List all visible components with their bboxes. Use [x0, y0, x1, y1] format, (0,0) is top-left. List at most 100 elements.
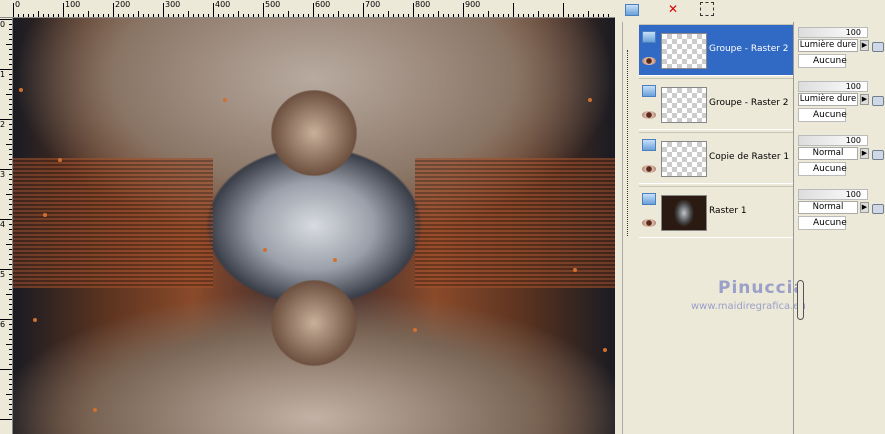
ruler-tick	[383, 14, 384, 17]
ruler-tick	[9, 39, 12, 40]
ruler-tick	[463, 3, 464, 17]
ruler-tick	[53, 14, 54, 17]
left-rays	[13, 158, 213, 288]
lock-icon[interactable]	[872, 150, 884, 160]
ruler-tick	[9, 134, 12, 135]
blend-arrow-icon[interactable]: ▶	[860, 148, 869, 159]
opacity-slider[interactable]: 100	[798, 81, 868, 92]
ruler-tick	[538, 11, 539, 17]
new-layer-icon[interactable]	[623, 2, 641, 18]
mask-link[interactable]: Aucune	[798, 162, 847, 176]
ruler-tick	[573, 14, 574, 17]
ruler-tick	[388, 11, 389, 17]
ruler-tick	[88, 11, 89, 17]
ruler-tick	[9, 129, 12, 130]
ruler-tick	[588, 11, 589, 17]
layers-palette: ✕ Groupe - Raster 2 Groupe - Raster 2 Co…	[615, 0, 885, 434]
decor-dot	[573, 268, 577, 272]
ruler-tick	[213, 3, 214, 17]
opacity-slider[interactable]: 100	[798, 189, 868, 200]
ruler-tick	[9, 209, 12, 210]
ruler-label: 0	[0, 20, 6, 29]
ruler-tick	[9, 399, 12, 400]
visibility-eye-icon[interactable]	[642, 57, 656, 65]
ruler-tick	[9, 364, 12, 365]
layer-list: Groupe - Raster 2 Groupe - Raster 2 Copi…	[622, 22, 806, 434]
blend-mode-select[interactable]: Normal	[798, 201, 858, 214]
ruler-tick	[9, 164, 12, 165]
ruler-tick	[9, 324, 12, 325]
ruler-tick	[63, 3, 64, 17]
ruler-tick	[9, 84, 12, 85]
mask-link[interactable]: Aucune	[798, 108, 847, 122]
blend-mode-select[interactable]: Lumière dure	[798, 39, 858, 52]
blend-arrow-icon[interactable]: ▶	[860, 94, 869, 105]
ruler-tick	[128, 14, 129, 17]
mask-link[interactable]: Aucune	[798, 54, 847, 68]
lock-icon[interactable]	[872, 42, 884, 52]
ruler-tick	[348, 14, 349, 17]
ruler-tick	[158, 14, 159, 17]
ruler-tick	[283, 14, 284, 17]
ruler-tick	[6, 394, 12, 395]
ruler-tick	[9, 204, 12, 205]
ruler-tick	[278, 14, 279, 17]
decor-dot	[223, 98, 227, 102]
ruler-tick	[6, 144, 12, 145]
blend-mode-select[interactable]: Normal	[798, 147, 858, 160]
image-canvas[interactable]	[13, 18, 615, 434]
opacity-slider[interactable]: 100	[798, 27, 868, 38]
ruler-tick	[468, 14, 469, 17]
ruler-tick	[6, 94, 12, 95]
layer-row[interactable]: Groupe - Raster 2	[639, 24, 793, 76]
ruler-tick	[9, 299, 12, 300]
ruler-tick	[9, 114, 12, 115]
visibility-eye-icon[interactable]	[642, 219, 656, 227]
ruler-tick	[9, 89, 12, 90]
ruler-tick	[0, 369, 12, 370]
ruler-tick	[453, 14, 454, 17]
ruler-tick	[73, 14, 74, 17]
ruler-tick	[148, 14, 149, 17]
ruler-tick	[9, 214, 12, 215]
ruler-tick	[9, 379, 12, 380]
blend-arrow-icon[interactable]: ▶	[860, 40, 869, 51]
ruler-tick	[188, 11, 189, 17]
delete-layer-icon[interactable]: ✕	[668, 2, 686, 18]
ruler-label: 700	[365, 0, 381, 9]
ruler-label: 4	[0, 220, 6, 229]
blend-arrow-icon[interactable]: ▶	[860, 202, 869, 213]
blend-mode-select[interactable]: Lumière dure	[798, 93, 858, 106]
ruler-tick	[338, 11, 339, 17]
ruler-label: 5	[0, 270, 6, 279]
ruler-label: 400	[215, 0, 231, 9]
lock-icon[interactable]	[872, 96, 884, 106]
ruler-tick	[9, 59, 12, 60]
edit-selection-icon[interactable]	[700, 2, 714, 16]
layer-row[interactable]: Groupe - Raster 2	[639, 78, 793, 130]
layer-row[interactable]: Copie de Raster 1	[639, 132, 793, 184]
ruler-tick	[608, 14, 609, 17]
ruler-tick	[133, 14, 134, 17]
ruler-tick	[473, 14, 474, 17]
mask-link[interactable]: Aucune	[798, 216, 847, 230]
visibility-eye-icon[interactable]	[642, 111, 656, 119]
ruler-tick	[553, 14, 554, 17]
lock-icon[interactable]	[872, 204, 884, 214]
ruler-tick	[403, 14, 404, 17]
ruler-tick	[123, 14, 124, 17]
ruler-tick	[9, 354, 12, 355]
ruler-label: 900	[465, 0, 481, 9]
ruler-tick	[518, 14, 519, 17]
ruler-label: 500	[265, 0, 281, 9]
ruler-tick	[218, 14, 219, 17]
ruler-tick	[9, 154, 12, 155]
vertical-ruler: 0 1 2 3 4 5 6	[0, 18, 13, 434]
opacity-slider[interactable]: 100	[798, 135, 868, 146]
ruler-label: 0	[15, 0, 21, 9]
layer-type-icon	[642, 139, 656, 151]
layer-row[interactable]: Raster 1	[639, 186, 793, 238]
ruler-tick	[9, 29, 12, 30]
ruler-tick	[153, 14, 154, 17]
visibility-eye-icon[interactable]	[642, 165, 656, 173]
